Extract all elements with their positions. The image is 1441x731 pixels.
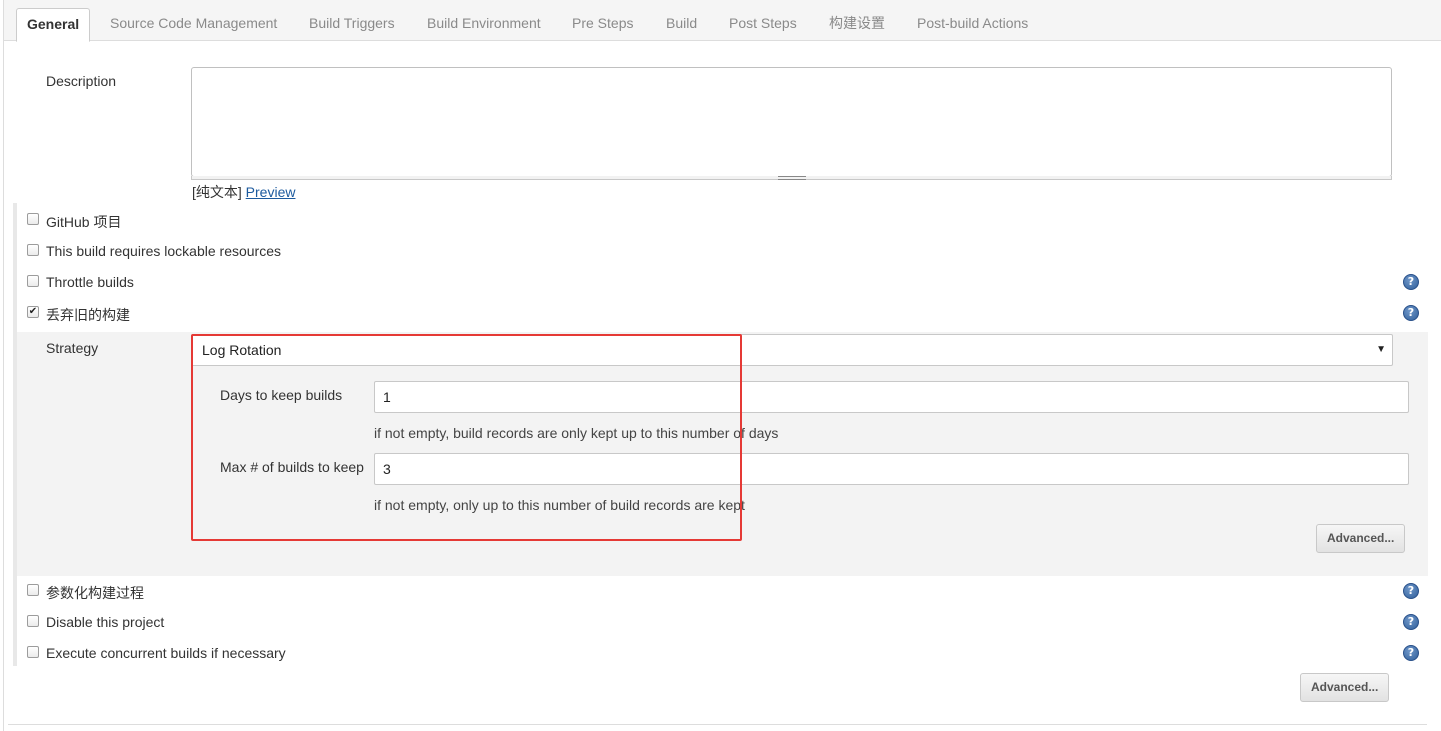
dropdown-arrow-icon: ▼ (1376, 344, 1386, 355)
disable-project-help-icon[interactable]: ? (1403, 614, 1419, 630)
concurrent-builds-help-icon[interactable]: ? (1403, 645, 1419, 661)
days-to-keep-input[interactable] (374, 381, 1409, 413)
max-builds-label: Max # of builds to keep (220, 459, 364, 475)
max-builds-hint: if not empty, only up to this number of … (374, 497, 745, 513)
preview-link[interactable]: Preview (246, 184, 296, 200)
strategy-select[interactable]: Log Rotation ▼ (191, 334, 1393, 366)
lockable-resources-checkbox[interactable] (27, 244, 39, 256)
throttle-builds-label: Throttle builds (46, 274, 134, 290)
tab-post-build-actions[interactable]: Post-build Actions (907, 8, 1038, 41)
github-project-label: GitHub 项目 (46, 214, 122, 230)
parameterized-build-label: 参数化构建过程 (46, 585, 144, 601)
job-config-frame: General Source Code Management Build Tri… (3, 0, 1441, 731)
throttle-builds-help-icon[interactable]: ? (1403, 274, 1419, 290)
markup-formatter-note: [纯文本] Preview (192, 182, 295, 202)
days-to-keep-hint: if not empty, build records are only kep… (374, 425, 779, 441)
days-to-keep-label: Days to keep builds (220, 387, 343, 403)
tab-general[interactable]: General (16, 8, 91, 42)
section-divider (8, 724, 1427, 725)
throttle-builds-checkbox[interactable] (27, 275, 39, 287)
tab-build-environment[interactable]: Build Environment (417, 8, 551, 41)
tab-build-settings[interactable]: 构建设置 (819, 8, 895, 41)
strategy-selected-value: Log Rotation (202, 342, 282, 358)
tab-pre-steps[interactable]: Pre Steps (562, 8, 643, 41)
description-textarea[interactable] (191, 67, 1392, 177)
resize-handle-icon[interactable] (778, 176, 806, 180)
strategy-advanced-button[interactable]: Advanced... (1316, 524, 1406, 553)
parameterized-build-help-icon[interactable]: ? (1403, 583, 1419, 599)
advanced-button[interactable]: Advanced... (1300, 673, 1390, 702)
github-project-checkbox[interactable] (27, 213, 39, 225)
disable-project-checkbox[interactable] (27, 615, 39, 627)
tab-source-code-management[interactable]: Source Code Management (100, 8, 287, 41)
tab-post-steps[interactable]: Post Steps (719, 8, 807, 41)
discard-old-builds-help-icon[interactable]: ? (1403, 305, 1419, 321)
parameterized-build-checkbox[interactable] (27, 584, 39, 596)
checkmark-icon: ✔ (28, 306, 38, 317)
markup-formatter-label: [纯文本] (192, 184, 242, 200)
discard-old-builds-checkbox[interactable]: ✔ (27, 306, 39, 318)
disable-project-label: Disable this project (46, 614, 165, 630)
strategy-label: Strategy (46, 340, 99, 356)
concurrent-builds-checkbox[interactable] (27, 646, 39, 658)
max-builds-input[interactable] (374, 453, 1409, 485)
tab-build[interactable]: Build (656, 8, 707, 41)
config-tab-bar: General Source Code Management Build Tri… (4, 0, 1441, 42)
tab-build-triggers[interactable]: Build Triggers (299, 8, 405, 41)
discard-old-builds-label: 丢弃旧的构建 (46, 307, 130, 323)
lockable-resources-label: This build requires lockable resources (46, 243, 281, 259)
description-label: Description (46, 73, 117, 89)
concurrent-builds-label: Execute concurrent builds if necessary (46, 645, 286, 661)
